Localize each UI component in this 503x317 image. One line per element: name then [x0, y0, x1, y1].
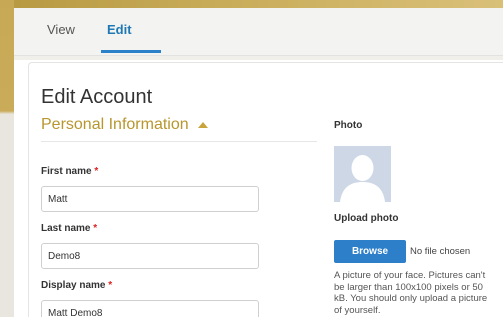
browse-button[interactable]: Browse — [334, 240, 406, 263]
upload-photo-label: Upload photo — [334, 213, 399, 224]
tabs-bar: View Edit — [14, 8, 503, 56]
section-title-personal-information[interactable]: Personal Information — [41, 116, 189, 134]
page-background-top — [14, 0, 503, 8]
page-background-left — [0, 0, 14, 317]
last-name-field[interactable] — [41, 243, 259, 269]
first-name-field[interactable] — [41, 186, 259, 212]
active-tab-indicator — [101, 50, 161, 53]
last-name-label-text: Last name — [41, 223, 91, 234]
avatar-silhouette-icon — [334, 146, 391, 202]
tab-edit[interactable]: Edit — [107, 22, 132, 37]
tab-view[interactable]: View — [47, 22, 75, 37]
display-name-field[interactable] — [41, 300, 259, 317]
display-name-label: Display name * — [41, 280, 112, 291]
photo-help-text: A picture of your face. Pictures can't b… — [334, 270, 488, 316]
required-marker: * — [94, 166, 99, 177]
first-name-label-text: First name — [41, 166, 92, 177]
section-divider — [41, 141, 317, 142]
last-name-label: Last name * — [41, 223, 97, 234]
avatar-placeholder-icon — [334, 146, 391, 202]
no-file-chosen-text: No file chosen — [410, 246, 471, 257]
page-title: Edit Account — [41, 86, 153, 108]
required-marker: * — [108, 280, 113, 291]
triangle-up-icon[interactable] — [198, 122, 208, 128]
display-name-label-text: Display name — [41, 280, 106, 291]
separator-strip — [14, 56, 503, 60]
required-marker: * — [93, 223, 98, 234]
first-name-label: First name * — [41, 166, 98, 177]
photo-label: Photo — [334, 120, 363, 131]
